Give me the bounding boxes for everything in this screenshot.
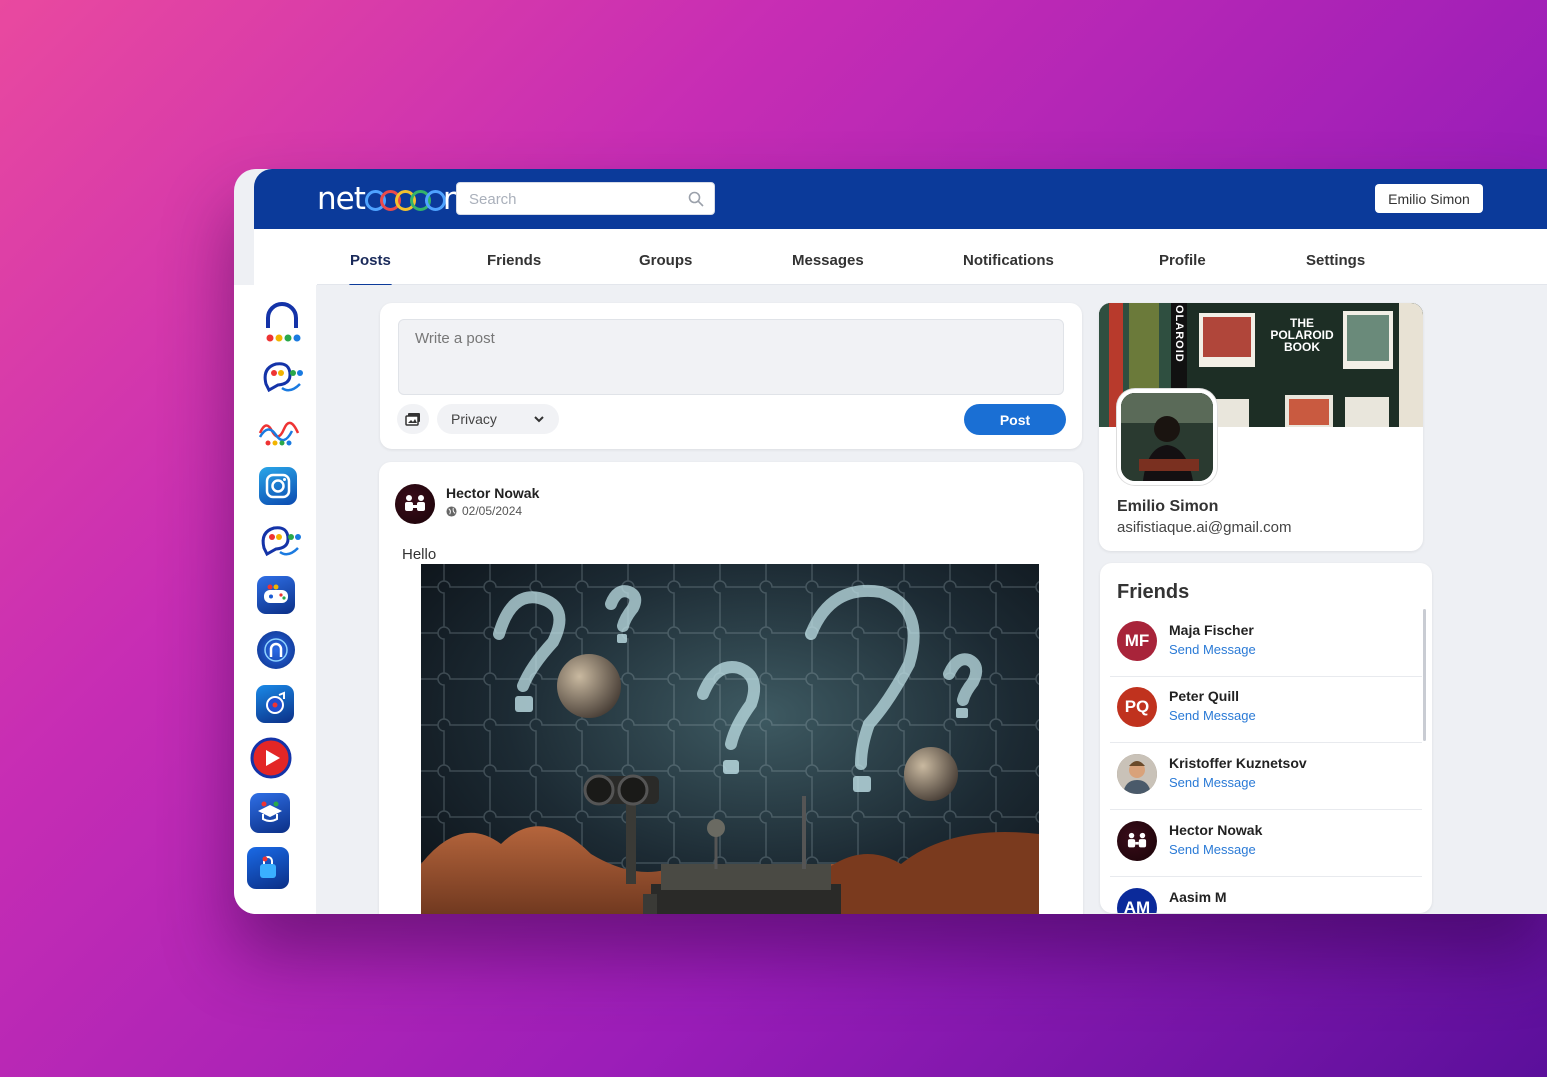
friend-item[interactable]: PQ Peter Quill Send Message [1110,676,1422,743]
profile-card: THE POLAROID BOOK OLAROID Emilio Simon a… [1099,303,1423,551]
friend-item[interactable]: Hector Nowak Send Message [1110,810,1422,877]
post-author-avatar[interactable] [395,484,435,524]
tab-profile[interactable]: Profile [1159,252,1206,269]
post-text: Hello [402,546,437,563]
post-input[interactable] [398,319,1064,395]
search-input[interactable] [467,190,671,209]
profile-email: asifistiaque.ai@gmail.com [1117,519,1292,536]
app-launcher-rail [234,285,316,914]
add-media-button[interactable] [397,404,429,434]
friend-avatar[interactable] [1117,754,1157,794]
friend-name[interactable]: Kristoffer Kuznetsov [1169,755,1307,771]
chevron-down-icon [534,416,544,423]
friends-card: Friends MF Maja Fischer Send Message PQ … [1100,563,1432,913]
post-author-name[interactable]: Hector Nowak [446,485,539,501]
friend-name[interactable]: Hector Nowak [1169,822,1262,838]
tab-settings[interactable]: Settings [1306,252,1365,269]
tab-friends[interactable]: Friends [487,252,541,269]
friends-scrollbar[interactable] [1423,609,1426,741]
camera-app-icon[interactable] [256,466,300,506]
top-bar: netn Emilio Simon [254,169,1547,229]
user-menu-button[interactable]: Emilio Simon [1375,184,1483,213]
friends-title: Friends [1117,581,1190,603]
tab-notifications[interactable]: Notifications [963,252,1054,269]
app-window: netn Emilio Simon Posts Friends Groups M… [234,169,1547,914]
friend-name[interactable]: Aasim M [1169,889,1227,905]
friend-avatar[interactable]: AM [1117,888,1157,913]
cover-book-title: THE POLAROID BOOK [1270,316,1334,354]
video-app-icon[interactable] [249,737,293,779]
privacy-label: Privacy [451,411,497,427]
post-button[interactable]: Post [964,404,1066,435]
partner-app-icon[interactable] [258,521,302,561]
send-message-link[interactable]: Send Message [1169,642,1256,657]
profile-name[interactable]: Emilio Simon [1117,498,1218,516]
friend-name[interactable]: Maja Fischer [1169,622,1254,638]
post-meta: 02/05/2024 [446,504,522,518]
wave-app-icon[interactable] [258,412,302,452]
shopping-app-icon[interactable] [246,847,290,889]
send-message-link[interactable]: Send Message [1169,775,1256,790]
main-tabs: Posts Friends Groups Messages Notificati… [317,229,1547,287]
feed-post: Hector Nowak 02/05/2024 Hello [379,462,1083,914]
globe-icon [446,505,457,517]
search-box[interactable] [456,182,715,215]
music-app-icon[interactable] [253,684,297,724]
friend-item[interactable]: MF Maja Fischer Send Message [1110,610,1422,677]
tab-messages[interactable]: Messages [792,252,864,269]
send-message-link[interactable]: Send Message [1169,842,1256,857]
friend-item[interactable]: AM Aasim M [1110,877,1422,913]
friend-item[interactable]: Kristoffer Kuznetsov Send Message [1110,743,1422,810]
people-icon [405,495,425,511]
netsooon-app-icon[interactable] [260,302,304,343]
post-composer: Privacy Post [380,303,1082,449]
people-icon [1127,832,1147,848]
search-icon[interactable] [688,191,704,207]
post-image[interactable] [421,564,1039,914]
friend-name[interactable]: Peter Quill [1169,688,1239,704]
post-date: 02/05/2024 [462,504,523,518]
chat-app-icon[interactable] [260,357,304,397]
education-app-icon[interactable] [248,793,292,833]
network-app-icon[interactable] [254,630,298,670]
games-app-icon[interactable] [254,575,298,615]
send-message-link[interactable]: Send Message [1169,708,1256,723]
friend-avatar[interactable]: PQ [1117,687,1157,727]
friend-avatar[interactable]: MF [1117,621,1157,661]
profile-avatar[interactable] [1117,389,1217,485]
gallery-icon [405,413,420,426]
netsooon-logo[interactable]: net n [317,181,463,217]
privacy-select[interactable]: Privacy [437,404,559,434]
tab-groups[interactable]: Groups [639,252,692,269]
friend-avatar[interactable] [1117,821,1157,861]
tab-posts[interactable]: Posts [349,252,392,287]
